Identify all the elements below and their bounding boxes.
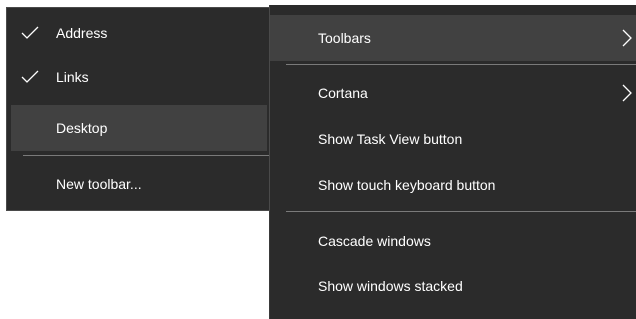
checkmark-icon [21,70,39,83]
menu-separator [286,64,636,65]
submenu-item-address[interactable]: Address [7,10,269,56]
menu-item-label: Toolbars [318,30,371,46]
menu-item-label: Cascade windows [318,233,431,249]
menu-item-show-task-view-button[interactable]: Show Task View button [270,116,636,162]
menu-item-label: Show touch keyboard button [318,177,496,193]
menu-item-cascade-windows[interactable]: Cascade windows [270,218,636,264]
toolbars-submenu: Address Links Desktop New toolbar... [6,7,270,211]
submenu-separator [23,155,269,156]
taskbar-context-menu: Toolbars Cortana Show Task View button S… [269,5,636,319]
checkmark-icon [21,26,39,39]
submenu-item-new-toolbar[interactable]: New toolbar... [7,161,269,207]
menu-separator [286,211,636,212]
menu-item-label: Show windows stacked [318,278,463,294]
menu-item-label: Show Task View button [318,131,463,147]
desktop-background: Toolbars Cortana Show Task View button S… [0,0,636,319]
menu-item-show-touch-keyboard-button[interactable]: Show touch keyboard button [270,162,636,208]
submenu-item-label: Links [56,69,89,85]
menu-item-cortana[interactable]: Cortana [270,70,636,116]
submenu-item-label: Address [56,25,108,41]
submenu-item-links[interactable]: Links [7,54,269,100]
chevron-right-icon [622,29,632,47]
submenu-item-desktop[interactable]: Desktop [11,105,267,151]
submenu-item-label: New toolbar... [56,176,142,192]
menu-item-label: Cortana [318,85,368,101]
menu-item-show-windows-stacked[interactable]: Show windows stacked [270,263,636,309]
menu-item-toolbars[interactable]: Toolbars [270,15,636,61]
submenu-item-label: Desktop [56,120,108,136]
chevron-right-icon [622,84,632,102]
